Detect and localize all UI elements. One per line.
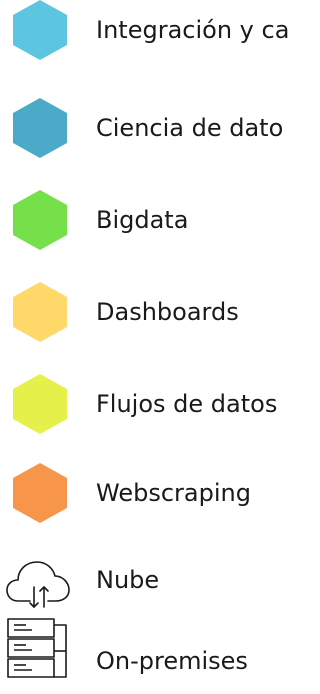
legend-item-webscraping: Webscraping: [0, 463, 295, 523]
legend-item-nube: Nube: [0, 555, 295, 613]
cloud-upload-download-icon: [6, 557, 72, 609]
legend-item-dashboards: Dashboards: [0, 282, 295, 342]
legend-item-label: Integración y ca: [96, 16, 290, 44]
legend-item-on-premises: On-premises: [0, 615, 295, 694]
legend-item-integracion: Integración y ca: [0, 0, 295, 60]
legend-item-label: Dashboards: [96, 298, 239, 326]
hexagon-icon: [13, 374, 67, 434]
legend-item-label: Nube: [96, 566, 160, 594]
legend-item-bigdata: Bigdata: [0, 190, 295, 250]
legend-item-ciencia-de-datos: Ciencia de dato: [0, 98, 295, 158]
legend-item-label: On-premises: [96, 647, 248, 675]
hexagon-icon: [13, 463, 67, 523]
server-rack-icon: [6, 617, 70, 679]
legend-item-flujos-de-datos: Flujos de datos: [0, 374, 295, 434]
legend-item-label: Flujos de datos: [96, 390, 278, 418]
hexagon-icon: [13, 0, 67, 60]
legend-item-label: Webscraping: [96, 479, 251, 507]
hexagon-icon: [13, 98, 67, 158]
hexagon-icon: [13, 282, 67, 342]
legend-item-label: Ciencia de dato: [96, 114, 284, 142]
legend-item-label: Bigdata: [96, 206, 189, 234]
hexagon-icon: [13, 190, 67, 250]
